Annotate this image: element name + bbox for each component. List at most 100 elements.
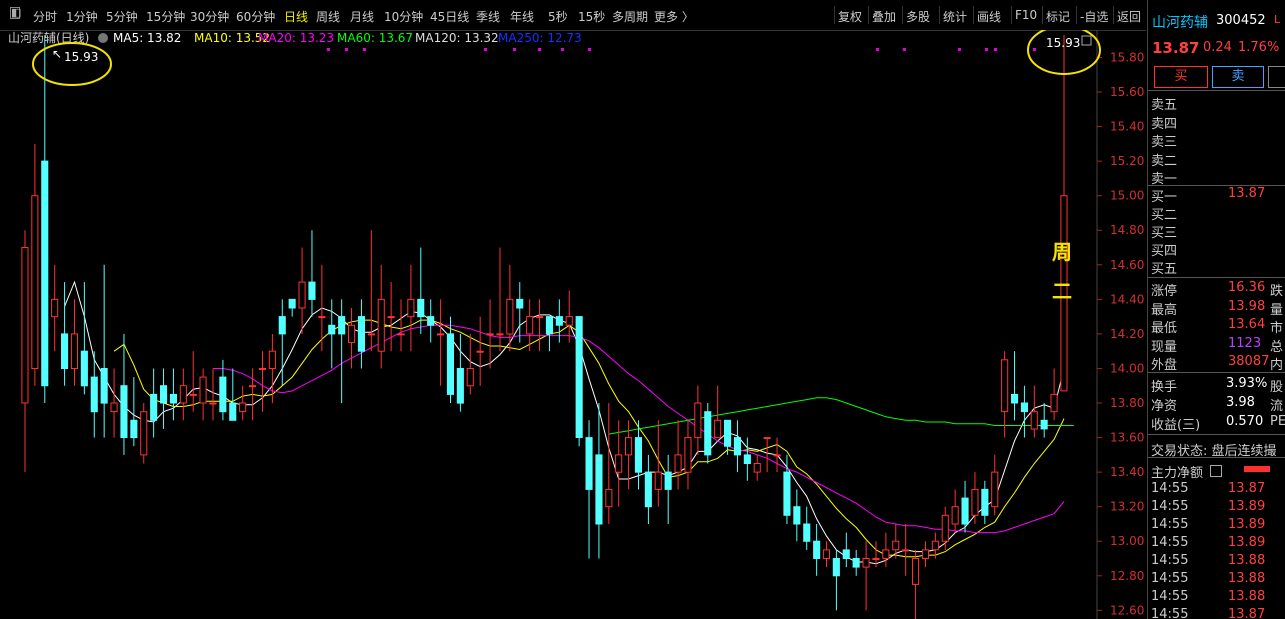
toolbar-btn-0[interactable]: 复权 bbox=[838, 8, 862, 25]
candle[interactable] bbox=[536, 299, 544, 352]
candle[interactable] bbox=[1030, 385, 1038, 438]
candle[interactable] bbox=[70, 299, 79, 386]
candlestick-chart[interactable]: 15.80 15.60 15.40 15.20 15.00 14.80 14.60 14.40… bbox=[0, 30, 1146, 619]
candle[interactable] bbox=[140, 403, 148, 464]
candle[interactable] bbox=[664, 454, 672, 524]
candle[interactable] bbox=[169, 368, 177, 421]
tab-15[interactable]: 多周期 bbox=[612, 8, 648, 25]
candle[interactable] bbox=[328, 299, 336, 369]
toolbar-btn-6[interactable]: 标记 bbox=[1046, 8, 1070, 25]
candle[interactable] bbox=[239, 385, 247, 421]
candle[interactable] bbox=[150, 368, 158, 438]
tab-14[interactable]: 15秒 bbox=[578, 8, 605, 25]
candle[interactable] bbox=[466, 333, 474, 395]
candle[interactable] bbox=[892, 523, 900, 559]
tab-7[interactable]: 周线 bbox=[316, 8, 340, 25]
sell-button[interactable]: 卖 bbox=[1212, 66, 1264, 88]
candle[interactable] bbox=[1020, 385, 1029, 438]
candle[interactable] bbox=[951, 489, 959, 533]
candle[interactable] bbox=[298, 247, 306, 334]
tab-1[interactable]: 1分钟 bbox=[66, 8, 98, 25]
candle[interactable] bbox=[862, 541, 870, 611]
candle[interactable] bbox=[407, 264, 415, 352]
more-button[interactable] bbox=[1268, 66, 1285, 88]
toolbar-btn-1[interactable]: 叠加 bbox=[872, 8, 896, 25]
candle[interactable] bbox=[1040, 403, 1048, 438]
tab-9[interactable]: 10分钟 bbox=[384, 8, 423, 25]
settings-icon[interactable] bbox=[98, 33, 108, 43]
toolbar-btn-7[interactable]: -自选 bbox=[1080, 8, 1108, 25]
candle[interactable] bbox=[595, 403, 603, 559]
candle[interactable] bbox=[179, 368, 187, 421]
candle[interactable] bbox=[605, 403, 613, 524]
candle[interactable] bbox=[199, 368, 207, 421]
candle[interactable] bbox=[130, 377, 138, 447]
candle[interactable] bbox=[21, 230, 29, 473]
buy-button[interactable]: 买 bbox=[1154, 66, 1208, 88]
candle[interactable] bbox=[684, 420, 692, 490]
candle[interactable] bbox=[714, 385, 722, 439]
candle[interactable] bbox=[852, 549, 860, 576]
candle[interactable] bbox=[1011, 351, 1019, 421]
toolbar-btn-4[interactable]: 画线 bbox=[977, 8, 1001, 25]
candle[interactable] bbox=[674, 420, 682, 490]
candle[interactable] bbox=[971, 472, 979, 524]
list-icon[interactable] bbox=[1210, 465, 1222, 477]
toolbar-btn-2[interactable]: 多股 bbox=[906, 8, 930, 25]
candle[interactable] bbox=[377, 264, 385, 369]
candle[interactable] bbox=[397, 299, 405, 352]
candle[interactable] bbox=[189, 351, 197, 412]
candle[interactable] bbox=[476, 316, 484, 386]
candle[interactable] bbox=[565, 290, 573, 343]
candle[interactable] bbox=[793, 489, 801, 542]
candle[interactable] bbox=[338, 299, 346, 404]
tab-12[interactable]: 年线 bbox=[510, 8, 534, 25]
tab-0[interactable]: 分时 bbox=[33, 8, 57, 25]
candle[interactable] bbox=[61, 282, 69, 386]
candle[interactable] bbox=[585, 420, 593, 559]
candle[interactable] bbox=[308, 230, 316, 317]
candle[interactable] bbox=[496, 247, 504, 352]
candle[interactable] bbox=[813, 523, 821, 576]
candle[interactable] bbox=[100, 264, 108, 438]
candle[interactable] bbox=[981, 480, 989, 524]
tab-3[interactable]: 15分钟 bbox=[146, 8, 185, 25]
candle[interactable] bbox=[644, 454, 652, 524]
tab-13[interactable]: 5秒 bbox=[548, 8, 568, 25]
tab-11[interactable]: 季线 bbox=[476, 8, 500, 25]
candle[interactable] bbox=[387, 282, 395, 352]
tab-4[interactable]: 30分钟 bbox=[190, 8, 229, 25]
candle[interactable] bbox=[941, 506, 949, 550]
candle[interactable] bbox=[437, 299, 445, 386]
candle[interactable] bbox=[822, 541, 831, 568]
candle[interactable] bbox=[912, 549, 920, 619]
candle[interactable] bbox=[80, 282, 88, 395]
candle[interactable] bbox=[229, 368, 237, 421]
tab-5[interactable]: 60分钟 bbox=[236, 8, 275, 25]
candle[interactable] bbox=[733, 420, 742, 473]
candle[interactable] bbox=[367, 230, 375, 352]
candle[interactable] bbox=[288, 298, 296, 317]
candle[interactable] bbox=[516, 282, 524, 343]
candle[interactable] bbox=[1050, 368, 1058, 421]
tab-16[interactable]: 更多 〉 bbox=[654, 8, 694, 25]
candle[interactable] bbox=[41, 35, 49, 404]
candle[interactable] bbox=[486, 299, 494, 369]
candle[interactable] bbox=[427, 299, 435, 343]
panel-toggle-icon[interactable]: ◧ bbox=[10, 7, 21, 19]
candle[interactable] bbox=[743, 437, 751, 481]
candle[interactable] bbox=[575, 316, 583, 447]
toolbar-btn-8[interactable]: 返回 bbox=[1117, 8, 1141, 25]
candle[interactable] bbox=[110, 368, 118, 438]
candle[interactable] bbox=[842, 532, 850, 568]
candle[interactable] bbox=[160, 368, 168, 429]
candle[interactable] bbox=[209, 368, 217, 421]
tab-2[interactable]: 5分钟 bbox=[106, 8, 138, 25]
candle[interactable] bbox=[456, 333, 464, 412]
candle[interactable] bbox=[120, 333, 128, 455]
candle[interactable] bbox=[258, 351, 266, 412]
candle[interactable] bbox=[803, 506, 811, 550]
candle[interactable] bbox=[704, 403, 712, 464]
candle[interactable] bbox=[882, 532, 890, 568]
candle[interactable] bbox=[694, 385, 702, 455]
